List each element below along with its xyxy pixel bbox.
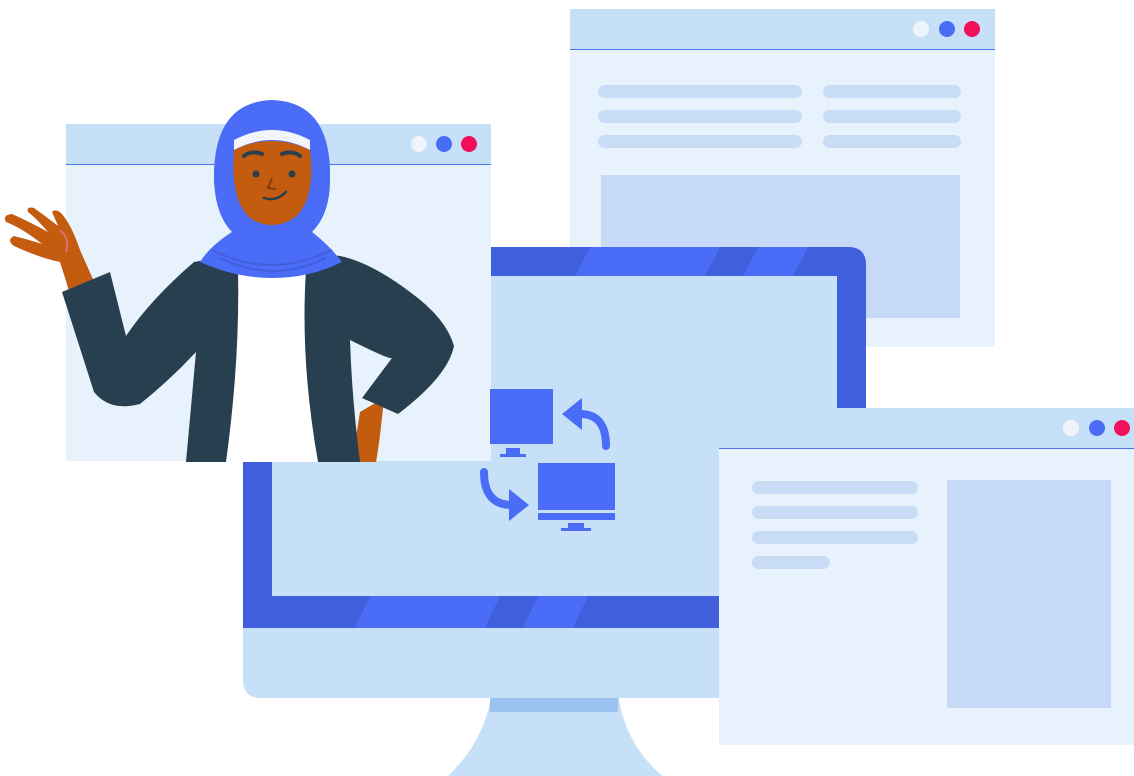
shirt: [226, 270, 318, 462]
eye: [288, 170, 296, 178]
front-right-window: [719, 408, 1134, 745]
window-titlebar: [719, 408, 1134, 449]
blue-dot-icon: [1089, 420, 1105, 436]
placeholder-line: [752, 531, 918, 544]
placeholder-image: [947, 480, 1111, 708]
placeholder-line: [752, 556, 830, 569]
light-dot-icon: [1063, 420, 1079, 436]
eye: [252, 170, 260, 178]
placeholder-line: [752, 481, 918, 494]
red-dot-icon: [1114, 420, 1130, 436]
illustration-scene: [0, 0, 1134, 776]
placeholder-line: [752, 506, 918, 519]
